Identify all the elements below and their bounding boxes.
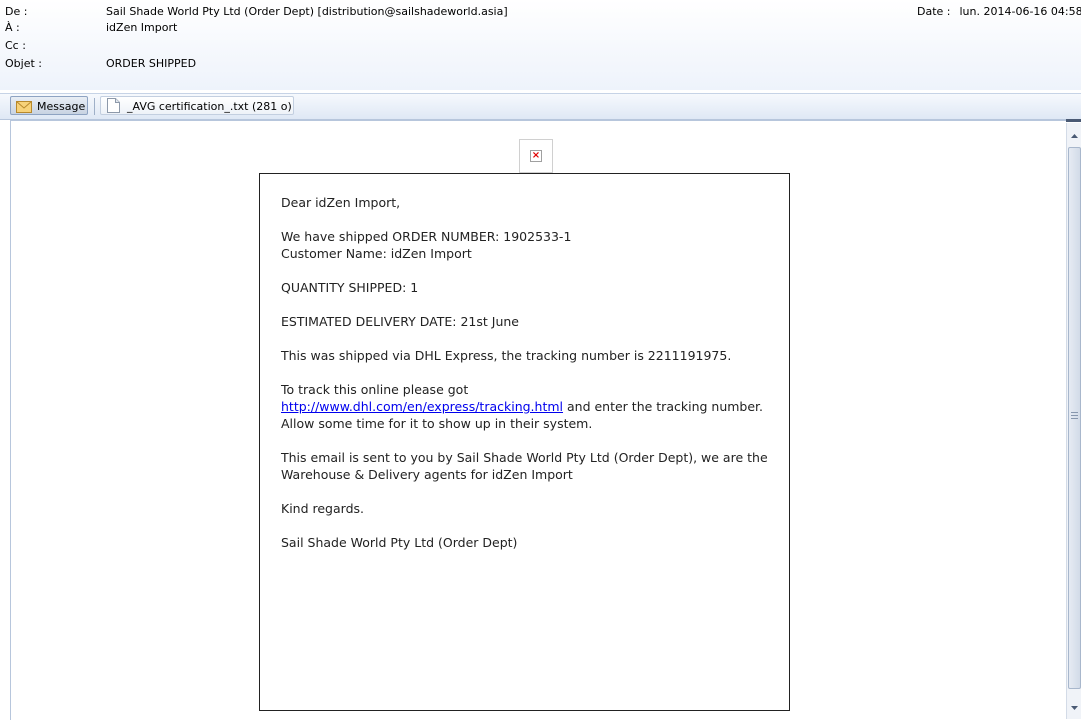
subject-value: ORDER SHIPPED <box>106 56 196 72</box>
broken-image-icon: × <box>530 150 542 162</box>
tracking-paragraph: To track this online please got http://w… <box>281 381 781 432</box>
date-row: Date : lun. 2014-06-16 04:58 <box>917 4 1081 20</box>
email-body-text: Dear idZen Import, We have shipped ORDER… <box>281 194 781 568</box>
greeting: Dear idZen Import, <box>281 194 781 211</box>
message-header: De : Sail Shade World Pty Ltd (Order Dep… <box>0 0 1081 90</box>
from-label: De : <box>5 4 27 20</box>
quantity-line: QUANTITY SHIPPED: 1 <box>281 279 781 296</box>
customer-name-line: Customer Name: idZen Import <box>281 246 472 261</box>
scrollbar-grip-icon <box>1071 412 1078 421</box>
scroll-down-button[interactable] <box>1067 701 1081 717</box>
tracking-link[interactable]: http://www.dhl.com/en/express/tracking.h… <box>281 399 563 414</box>
message-tab-label: Message <box>37 100 85 113</box>
attachment-bar: Message _AVG certification_.txt (281 o) <box>0 93 1081 120</box>
scrollbar-top-marker <box>1066 119 1081 122</box>
text-file-icon <box>107 98 120 119</box>
email-content-box: Dear idZen Import, We have shipped ORDER… <box>259 173 790 711</box>
info-paragraph: This email is sent to you by Sail Shade … <box>281 449 781 483</box>
scroll-up-button[interactable] <box>1067 129 1081 145</box>
vertical-scrollbar[interactable] <box>1066 123 1081 719</box>
date-label: Date : <box>917 5 951 18</box>
cc-label: Cc : <box>5 38 26 54</box>
closing-line: Kind regards. <box>281 500 781 517</box>
to-value[interactable]: idZen Import <box>106 20 177 36</box>
broken-image-placeholder: × <box>519 139 553 173</box>
envelope-icon <box>16 100 32 119</box>
message-tab[interactable]: Message <box>10 96 88 115</box>
delivery-date-line: ESTIMATED DELIVERY DATE: 21st June <box>281 313 781 330</box>
shipping-line: This was shipped via DHL Express, the tr… <box>281 347 781 364</box>
order-number-line: We have shipped ORDER NUMBER: 1902533-1 <box>281 229 571 244</box>
attachment-tab-label: _AVG certification_.txt (281 o) <box>127 100 292 113</box>
tracking-prefix: To track this online please got <box>281 382 468 397</box>
signature-line: Sail Shade World Pty Ltd (Order Dept) <box>281 534 781 551</box>
scrollbar-thumb[interactable] <box>1068 147 1081 689</box>
to-label: À : <box>5 20 20 36</box>
order-details: We have shipped ORDER NUMBER: 1902533-1 … <box>281 228 781 262</box>
subject-label: Objet : <box>5 56 42 72</box>
tab-separator <box>94 98 95 115</box>
attachment-tab[interactable]: _AVG certification_.txt (281 o) <box>100 96 294 115</box>
date-value: lun. 2014-06-16 04:58 <box>960 5 1081 18</box>
from-value[interactable]: Sail Shade World Pty Ltd (Order Dept) [d… <box>106 4 508 20</box>
